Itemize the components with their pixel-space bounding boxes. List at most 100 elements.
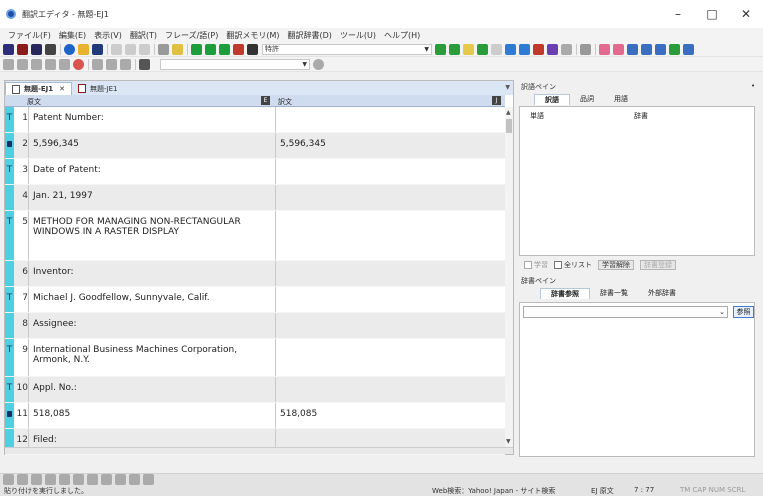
source-text[interactable]: Date of Patent: xyxy=(33,165,275,175)
tool-e-icon[interactable] xyxy=(491,43,502,55)
save-icon[interactable] xyxy=(92,43,103,55)
sentence-row[interactable]: T 1 Patent Number: xyxy=(5,107,505,133)
tool-a-icon[interactable] xyxy=(435,43,446,55)
menu-phrase[interactable]: フレーズ/語(P) xyxy=(165,30,218,41)
tool-i-icon[interactable] xyxy=(561,43,572,55)
refresh-icon[interactable] xyxy=(31,58,42,70)
source-text[interactable]: Patent Number: xyxy=(33,113,275,123)
table-icon[interactable] xyxy=(120,58,131,70)
scroll-up-icon[interactable]: ▲ xyxy=(506,109,511,116)
stop-icon[interactable] xyxy=(233,43,244,55)
sentence-row[interactable]: T 10 Appl. No.: xyxy=(5,377,505,403)
bottom-tool-9-icon[interactable] xyxy=(115,474,126,485)
grid-icon[interactable] xyxy=(106,58,117,70)
tab-ej1[interactable]: 無題-EJ1 ✕ xyxy=(5,82,73,95)
menu-translate[interactable]: 翻訳(T) xyxy=(130,30,157,41)
filter-icon[interactable] xyxy=(547,43,558,55)
tool-d-icon[interactable] xyxy=(477,43,488,55)
dict-register-button[interactable]: 辞書登録 xyxy=(640,260,676,270)
sentence-row[interactable]: T 9 International Business Machines Corpor… xyxy=(5,339,505,377)
pane-a-icon[interactable] xyxy=(599,43,610,55)
mode2-icon[interactable] xyxy=(45,43,56,55)
menu-help[interactable]: ヘルプ(H) xyxy=(384,30,420,41)
bottom-tool-4-icon[interactable] xyxy=(45,474,56,485)
pane-c-icon[interactable] xyxy=(627,43,638,55)
source-text[interactable]: Assignee: xyxy=(33,319,275,329)
stop-load-icon[interactable] xyxy=(45,58,56,70)
sentence-row[interactable]: 11 518,085 518,085 xyxy=(5,403,505,429)
mode-icon[interactable] xyxy=(31,43,42,55)
copy-icon[interactable] xyxy=(125,43,136,55)
pane-g-icon[interactable] xyxy=(683,43,694,55)
source-text[interactable]: Michael J. Goodfellow, Sunnyvale, Calif. xyxy=(33,293,275,303)
learn-checkbox[interactable] xyxy=(524,261,532,269)
tab-list-icon[interactable]: ▼ xyxy=(505,84,510,91)
globe-icon[interactable] xyxy=(313,58,324,70)
tool-b-icon[interactable] xyxy=(449,43,460,55)
bottom-tool-10-icon[interactable] xyxy=(129,474,140,485)
new-icon[interactable] xyxy=(64,43,75,55)
pane-splitter[interactable] xyxy=(5,447,513,454)
sentence-row[interactable]: T 5 METHOD FOR MANAGING NON-RECTANGULAR WI… xyxy=(5,211,505,261)
scroll-down-icon[interactable]: ▼ xyxy=(506,438,511,445)
tab-dict-list[interactable]: 辞書一覧 xyxy=(590,288,638,299)
sentence-row[interactable]: T 7 Michael J. Goodfellow, Sunnyvale, Cali… xyxy=(5,287,505,313)
ej-icon[interactable] xyxy=(3,43,14,55)
bottom-tool-8-icon[interactable] xyxy=(101,474,112,485)
menu-memory[interactable]: 翻訳メモリ(M) xyxy=(226,30,279,41)
sentence-row[interactable]: 8 Assignee: xyxy=(5,313,505,339)
layout-icon[interactable] xyxy=(580,43,591,55)
target-pane-icon[interactable]: J xyxy=(492,96,501,105)
menu-dictionary[interactable]: 翻訳辞書(D) xyxy=(288,30,332,41)
tab-term[interactable]: 用語 xyxy=(604,94,638,105)
unlearn-button[interactable]: 学習解除 xyxy=(598,260,634,270)
play-icon[interactable] xyxy=(92,58,103,70)
display-icon[interactable] xyxy=(139,58,150,70)
je-icon[interactable] xyxy=(17,43,28,55)
print-icon[interactable] xyxy=(158,43,169,55)
field-combo[interactable]: 特許 ▼ xyxy=(262,43,432,55)
menu-edit[interactable]: 編集(E) xyxy=(59,30,86,41)
sentence-row[interactable]: 4 Jan. 21, 1997 xyxy=(5,185,505,211)
web-search-status[interactable]: Web検索：Yahoo! Japan - サイト検索 xyxy=(432,486,555,496)
tool-c-icon[interactable] xyxy=(463,43,474,55)
translate-all-icon[interactable] xyxy=(205,43,216,55)
source-text[interactable]: Filed: xyxy=(33,435,275,445)
record-icon[interactable] xyxy=(73,58,84,70)
tab-external-dict[interactable]: 外部辞書 xyxy=(638,288,686,299)
vertical-scrollbar[interactable]: ▲ ▼ xyxy=(505,107,513,447)
tool-h-icon[interactable] xyxy=(533,43,544,55)
sentence-row[interactable]: T 3 Date of Patent: xyxy=(5,159,505,185)
source-text[interactable]: Inventor: xyxy=(33,267,275,277)
bottom-tool-7-icon[interactable] xyxy=(87,474,98,485)
lookup-button[interactable]: 参照 xyxy=(733,306,754,318)
source-text[interactable]: International Business Machines Corporat… xyxy=(33,345,275,365)
close-tab-icon[interactable]: ✕ xyxy=(59,85,65,93)
source-text[interactable]: Jan. 21, 1997 xyxy=(33,191,275,201)
font-icon[interactable] xyxy=(59,58,70,70)
target-text[interactable]: 518,085 xyxy=(280,409,500,419)
tab-translation-word[interactable]: 訳語 xyxy=(534,94,570,105)
tab-part-of-speech[interactable]: 品詞 xyxy=(570,94,604,105)
bottom-tool-1-icon[interactable] xyxy=(3,474,14,485)
tab-dict-lookup[interactable]: 辞書参照 xyxy=(540,288,590,299)
minimize-button[interactable]: – xyxy=(661,0,695,28)
dict-search-combo[interactable]: ⌄ xyxy=(523,306,728,318)
close-button[interactable]: ✕ xyxy=(729,0,763,28)
tool-g-icon[interactable] xyxy=(519,43,530,55)
bottom-tool-3-icon[interactable] xyxy=(31,474,42,485)
translate-icon[interactable] xyxy=(191,43,202,55)
forward-icon[interactable] xyxy=(17,58,28,70)
pane-b-icon[interactable] xyxy=(613,43,624,55)
back-icon[interactable] xyxy=(3,58,14,70)
bottom-tool-2-icon[interactable] xyxy=(17,474,28,485)
open-icon[interactable] xyxy=(78,43,89,55)
source-column-header[interactable]: 原文 xyxy=(27,97,41,107)
cut-icon[interactable] xyxy=(111,43,122,55)
paste-icon[interactable] xyxy=(139,43,150,55)
scroll-thumb[interactable] xyxy=(506,119,512,133)
bottom-tool-6-icon[interactable] xyxy=(73,474,84,485)
help-icon[interactable] xyxy=(172,43,183,55)
translate-next-icon[interactable] xyxy=(219,43,230,55)
sentence-row[interactable]: 6 Inventor: xyxy=(5,261,505,287)
